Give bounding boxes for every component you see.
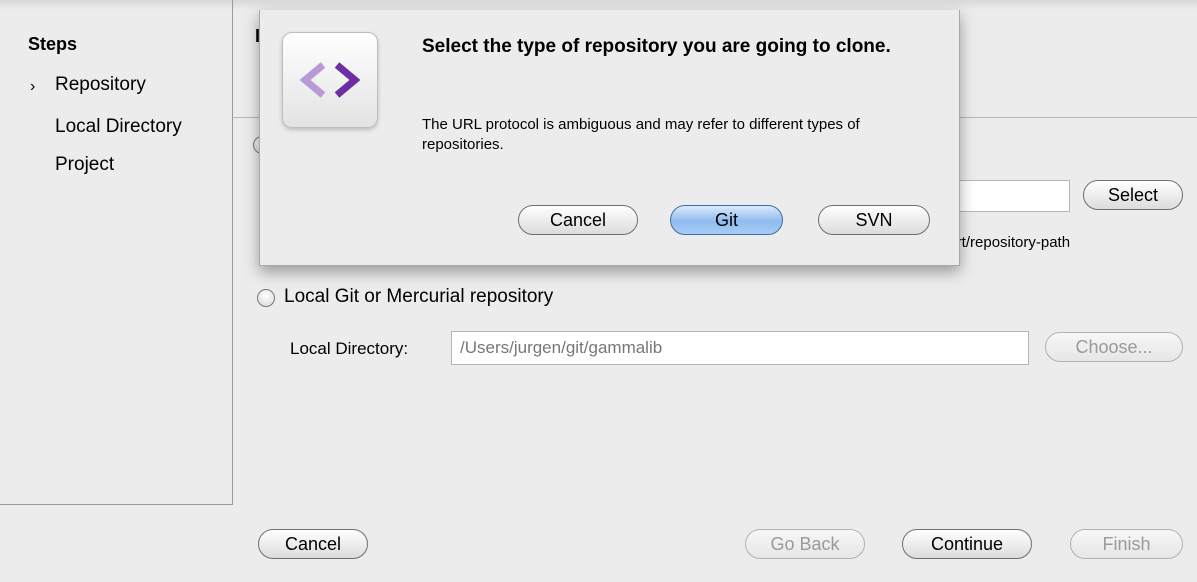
steps-sidebar: Steps › Repository Local Directory Proje…	[0, 10, 232, 488]
local-directory-label: Local Directory:	[290, 339, 409, 358]
current-step-marker: ›	[30, 78, 36, 95]
step-local-directory: Local Directory	[55, 116, 182, 137]
go-back-button[interactable]: Go Back	[745, 529, 865, 559]
local-repository-radio[interactable]	[257, 289, 275, 307]
repository-type-dialog: Select the type of repository you are go…	[259, 10, 960, 266]
svn-button[interactable]: SVN	[818, 205, 930, 235]
local-repository-label: Local Git or Mercurial repository	[284, 286, 554, 307]
dialog-title: Select the type of repository you are go…	[422, 36, 891, 57]
git-button[interactable]: Git	[670, 205, 783, 235]
continue-button[interactable]: Continue	[902, 529, 1032, 559]
choose-button[interactable]: Choose...	[1045, 332, 1183, 362]
select-button[interactable]: Select	[1083, 180, 1183, 210]
sidebar-divider	[232, 0, 233, 504]
step-project: Project	[55, 154, 115, 175]
local-directory-input[interactable]	[451, 331, 1029, 365]
footer-cancel-button[interactable]: Cancel	[258, 529, 368, 559]
dialog-message: The URL protocol is ambiguous and may re…	[422, 116, 860, 153]
finish-button[interactable]: Finish	[1070, 529, 1183, 559]
dialog-cancel-button[interactable]: Cancel	[518, 205, 638, 235]
sidebar-bottom-divider	[0, 504, 233, 505]
window-top-edge	[0, 0, 1197, 10]
steps-title: Steps	[28, 34, 78, 54]
step-repository: Repository	[55, 74, 146, 95]
code-brackets-icon	[282, 32, 378, 128]
